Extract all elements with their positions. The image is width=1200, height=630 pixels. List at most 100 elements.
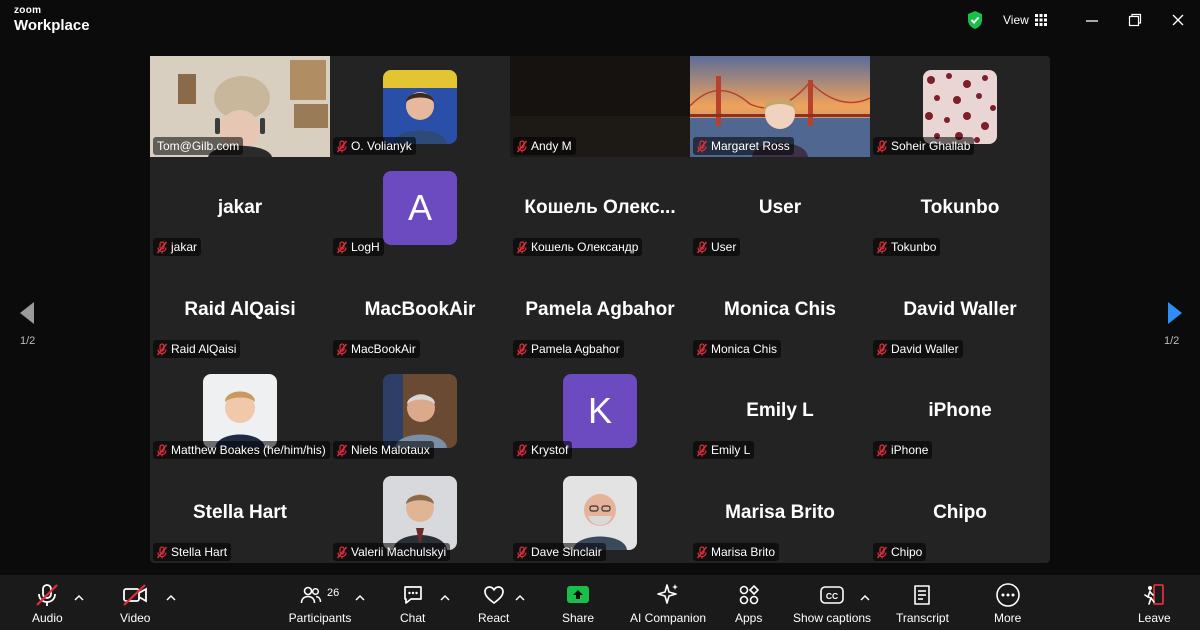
participant-display-name: David Waller bbox=[903, 298, 1017, 320]
participant-tile[interactable]: Stella Hart Stella Hart bbox=[150, 462, 330, 563]
more-dots-icon bbox=[995, 581, 1021, 609]
audio-options-chevron-icon[interactable] bbox=[74, 589, 86, 601]
avatar-letter: K bbox=[587, 390, 612, 431]
participant-tile[interactable]: A LogH bbox=[330, 157, 510, 258]
participant-tile[interactable]: Tokunbo Tokunbo bbox=[870, 157, 1050, 258]
participant-name-label: jakar bbox=[153, 238, 202, 256]
participant-display-name: Chipo bbox=[933, 501, 987, 523]
captions-options-chevron-icon[interactable] bbox=[860, 589, 872, 601]
participant-display-name: Monica Chis bbox=[724, 298, 836, 320]
audio-button[interactable]: Audio bbox=[32, 581, 63, 625]
muted-microphone-icon bbox=[516, 240, 528, 254]
participant-name: Dave Sinclair bbox=[531, 545, 602, 559]
participant-tile[interactable]: Marisa Brito Marisa Brito bbox=[690, 462, 870, 563]
participant-tile[interactable]: K Krystof bbox=[510, 360, 690, 461]
participant-name: David Waller bbox=[891, 342, 959, 356]
ai-companion-button[interactable]: AI Companion bbox=[630, 581, 706, 625]
video-button[interactable]: Video bbox=[120, 581, 150, 625]
leave-label: Leave bbox=[1138, 611, 1171, 625]
participant-display-name: Raid AlQaisi bbox=[184, 298, 296, 320]
participant-tile[interactable]: iPhone iPhone bbox=[870, 360, 1050, 461]
participant-tile[interactable]: Raid AlQaisi Raid AlQaisi bbox=[150, 259, 330, 360]
participant-tile[interactable]: Monica Chis Monica Chis bbox=[690, 259, 870, 360]
participant-tile[interactable]: Andy M bbox=[510, 56, 690, 157]
participant-name: Marisa Brito bbox=[711, 545, 776, 559]
muted-microphone-icon bbox=[336, 443, 348, 457]
captions-cc-icon: CC bbox=[819, 581, 845, 609]
participant-name: O. Volianyk bbox=[351, 139, 412, 153]
apps-icon bbox=[737, 581, 761, 609]
participant-avatar bbox=[563, 476, 637, 550]
video-off-icon bbox=[121, 581, 149, 609]
participant-avatar: K bbox=[563, 374, 637, 448]
apps-label: Apps bbox=[735, 611, 763, 625]
participant-tile[interactable]: Margaret Ross bbox=[690, 56, 870, 157]
chat-button[interactable]: Chat bbox=[400, 581, 425, 625]
participant-tile[interactable]: Tom@Gilb.com bbox=[150, 56, 330, 157]
participant-tile[interactable]: David Waller David Waller bbox=[870, 259, 1050, 360]
participant-tile[interactable]: Emily L Emily L bbox=[690, 360, 870, 461]
participant-name: User bbox=[711, 240, 737, 254]
muted-microphone-icon bbox=[516, 545, 528, 559]
participant-name: Valerii Machulskyi bbox=[351, 545, 447, 559]
participant-name: Margaret Ross bbox=[711, 139, 790, 153]
transcript-button[interactable]: Transcript bbox=[896, 581, 949, 625]
show-captions-button[interactable]: CC Show captions bbox=[793, 581, 871, 625]
page-indicator-right: 1/2 bbox=[1164, 335, 1180, 347]
participant-display-name: Marisa Brito bbox=[725, 501, 835, 523]
chat-options-chevron-icon[interactable] bbox=[440, 589, 452, 601]
muted-microphone-icon bbox=[516, 443, 528, 457]
app-logo: zoom Workplace bbox=[14, 6, 90, 34]
participant-name: Emily L bbox=[711, 443, 751, 457]
participant-tile[interactable]: Soheir Ghallab bbox=[870, 56, 1050, 157]
encryption-shield-icon[interactable] bbox=[966, 10, 984, 30]
participant-tile[interactable]: Кошель Олекс... Кошель Олександр bbox=[510, 157, 690, 258]
muted-microphone-icon bbox=[876, 342, 888, 356]
close-icon[interactable] bbox=[1166, 10, 1190, 30]
participant-tile[interactable]: MacBookAir MacBookAir bbox=[330, 259, 510, 360]
next-page-arrow-icon[interactable] bbox=[1160, 298, 1188, 358]
muted-microphone-icon bbox=[516, 139, 528, 153]
video-options-chevron-icon[interactable] bbox=[166, 589, 178, 601]
participant-avatar bbox=[383, 374, 457, 448]
apps-button[interactable]: Apps bbox=[735, 581, 762, 625]
participant-name-label: Stella Hart bbox=[153, 543, 232, 561]
participant-avatar bbox=[203, 374, 277, 448]
participant-name-label: Matthew Boakes (he/him/his) bbox=[153, 441, 330, 459]
muted-microphone-icon bbox=[876, 545, 888, 559]
svg-text:CC: CC bbox=[826, 591, 838, 601]
participant-tile[interactable]: Niels Malotaux bbox=[330, 360, 510, 461]
share-button[interactable]: Share bbox=[562, 581, 594, 625]
participants-button[interactable]: Participants bbox=[280, 581, 360, 625]
participant-name-label: Pamela Agbahor bbox=[513, 340, 624, 358]
participant-name-label: iPhone bbox=[873, 441, 933, 459]
muted-microphone-icon bbox=[156, 342, 168, 356]
participant-tile[interactable]: Chipo Chipo bbox=[870, 462, 1050, 563]
minimize-icon[interactable] bbox=[1080, 10, 1104, 30]
react-label: React bbox=[478, 611, 510, 625]
view-button[interactable]: View bbox=[1003, 10, 1047, 30]
participants-icon bbox=[280, 581, 360, 609]
participant-tile[interactable]: Dave Sinclair bbox=[510, 462, 690, 563]
muted-microphone-icon bbox=[336, 240, 348, 254]
participants-options-chevron-icon[interactable] bbox=[355, 589, 367, 601]
participant-tile[interactable]: Valerii Machulskyi bbox=[330, 462, 510, 563]
more-button[interactable]: More bbox=[994, 581, 1021, 625]
participant-display-name: iPhone bbox=[928, 399, 992, 421]
participant-tile[interactable]: Matthew Boakes (he/him/his) bbox=[150, 360, 330, 461]
react-options-chevron-icon[interactable] bbox=[515, 589, 527, 601]
participant-display-name: Stella Hart bbox=[193, 501, 287, 523]
participant-name: Кошель Олександр bbox=[531, 240, 639, 254]
participant-tile[interactable]: Pamela Agbahor Pamela Agbahor bbox=[510, 259, 690, 360]
muted-microphone-icon bbox=[156, 545, 168, 559]
participant-name-label: Valerii Machulskyi bbox=[333, 543, 451, 561]
previous-page-arrow-icon[interactable] bbox=[14, 298, 42, 358]
participant-tile[interactable]: jakar jakar bbox=[150, 157, 330, 258]
participant-tile[interactable]: O. Volianyk bbox=[330, 56, 510, 157]
participant-tile[interactable]: User User bbox=[690, 157, 870, 258]
restore-icon[interactable] bbox=[1123, 10, 1147, 30]
participants-label: Participants bbox=[288, 611, 352, 625]
react-button[interactable]: React bbox=[478, 581, 509, 625]
view-label: View bbox=[1003, 13, 1029, 27]
leave-button[interactable]: Leave bbox=[1138, 581, 1171, 625]
